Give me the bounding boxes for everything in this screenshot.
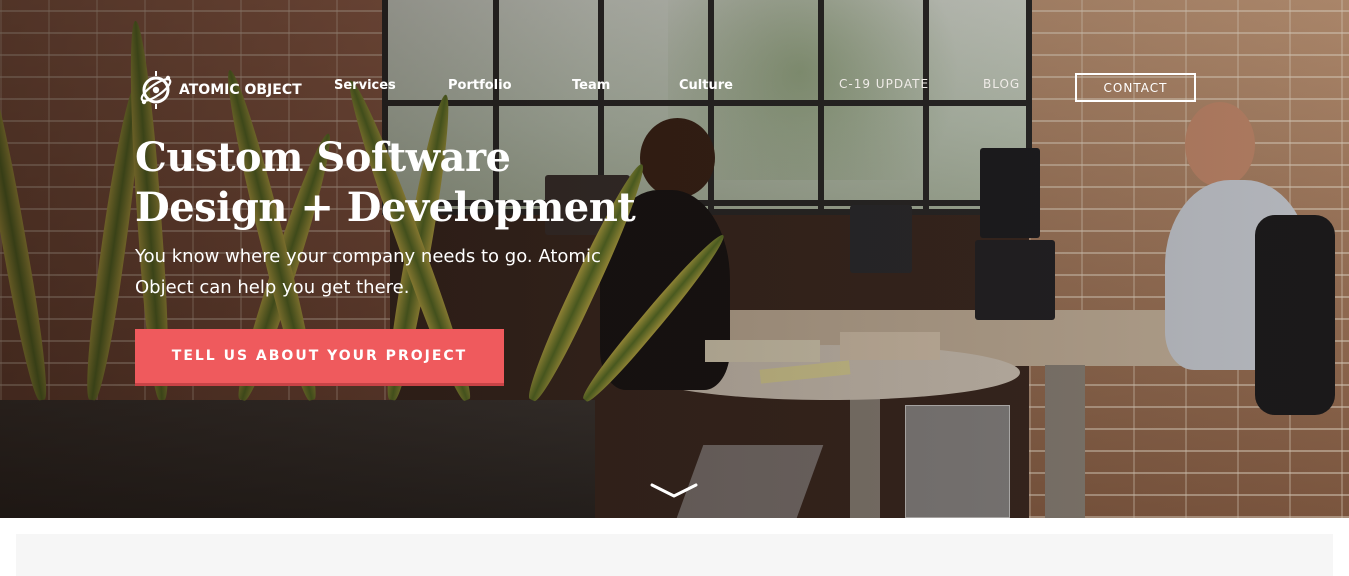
hero-subtext: You know where your company needs to go.… bbox=[135, 246, 601, 298]
content-section-top bbox=[16, 534, 1333, 576]
top-navigation: ATOMIC OBJECT Services Portfolio Team Cu… bbox=[0, 0, 1349, 110]
nav-team[interactable]: Team bbox=[572, 78, 610, 93]
nav-portfolio[interactable]: Portfolio bbox=[448, 78, 512, 93]
atom-logo-icon bbox=[140, 71, 172, 109]
brand-name: ATOMIC OBJECT bbox=[179, 82, 302, 98]
nav-culture[interactable]: Culture bbox=[679, 78, 733, 93]
nav-services[interactable]: Services bbox=[334, 78, 396, 93]
tell-us-about-your-project-button[interactable]: TELL US ABOUT YOUR PROJECT bbox=[135, 329, 504, 386]
hero-headline: Custom Software Design + Development bbox=[135, 133, 655, 233]
hero-headline-line1: Custom Software bbox=[135, 134, 511, 181]
chevron-down-icon[interactable] bbox=[650, 482, 698, 500]
hero-section: ATOMIC OBJECT Services Portfolio Team Cu… bbox=[0, 0, 1349, 518]
nav-c19-update[interactable]: C-19 UPDATE bbox=[839, 77, 929, 91]
contact-button[interactable]: CONTACT bbox=[1075, 73, 1196, 102]
brand-logo-link[interactable]: ATOMIC OBJECT bbox=[135, 69, 302, 111]
nav-blog[interactable]: BLOG bbox=[983, 77, 1020, 91]
hero-headline-line2: Design + Development bbox=[135, 184, 636, 231]
